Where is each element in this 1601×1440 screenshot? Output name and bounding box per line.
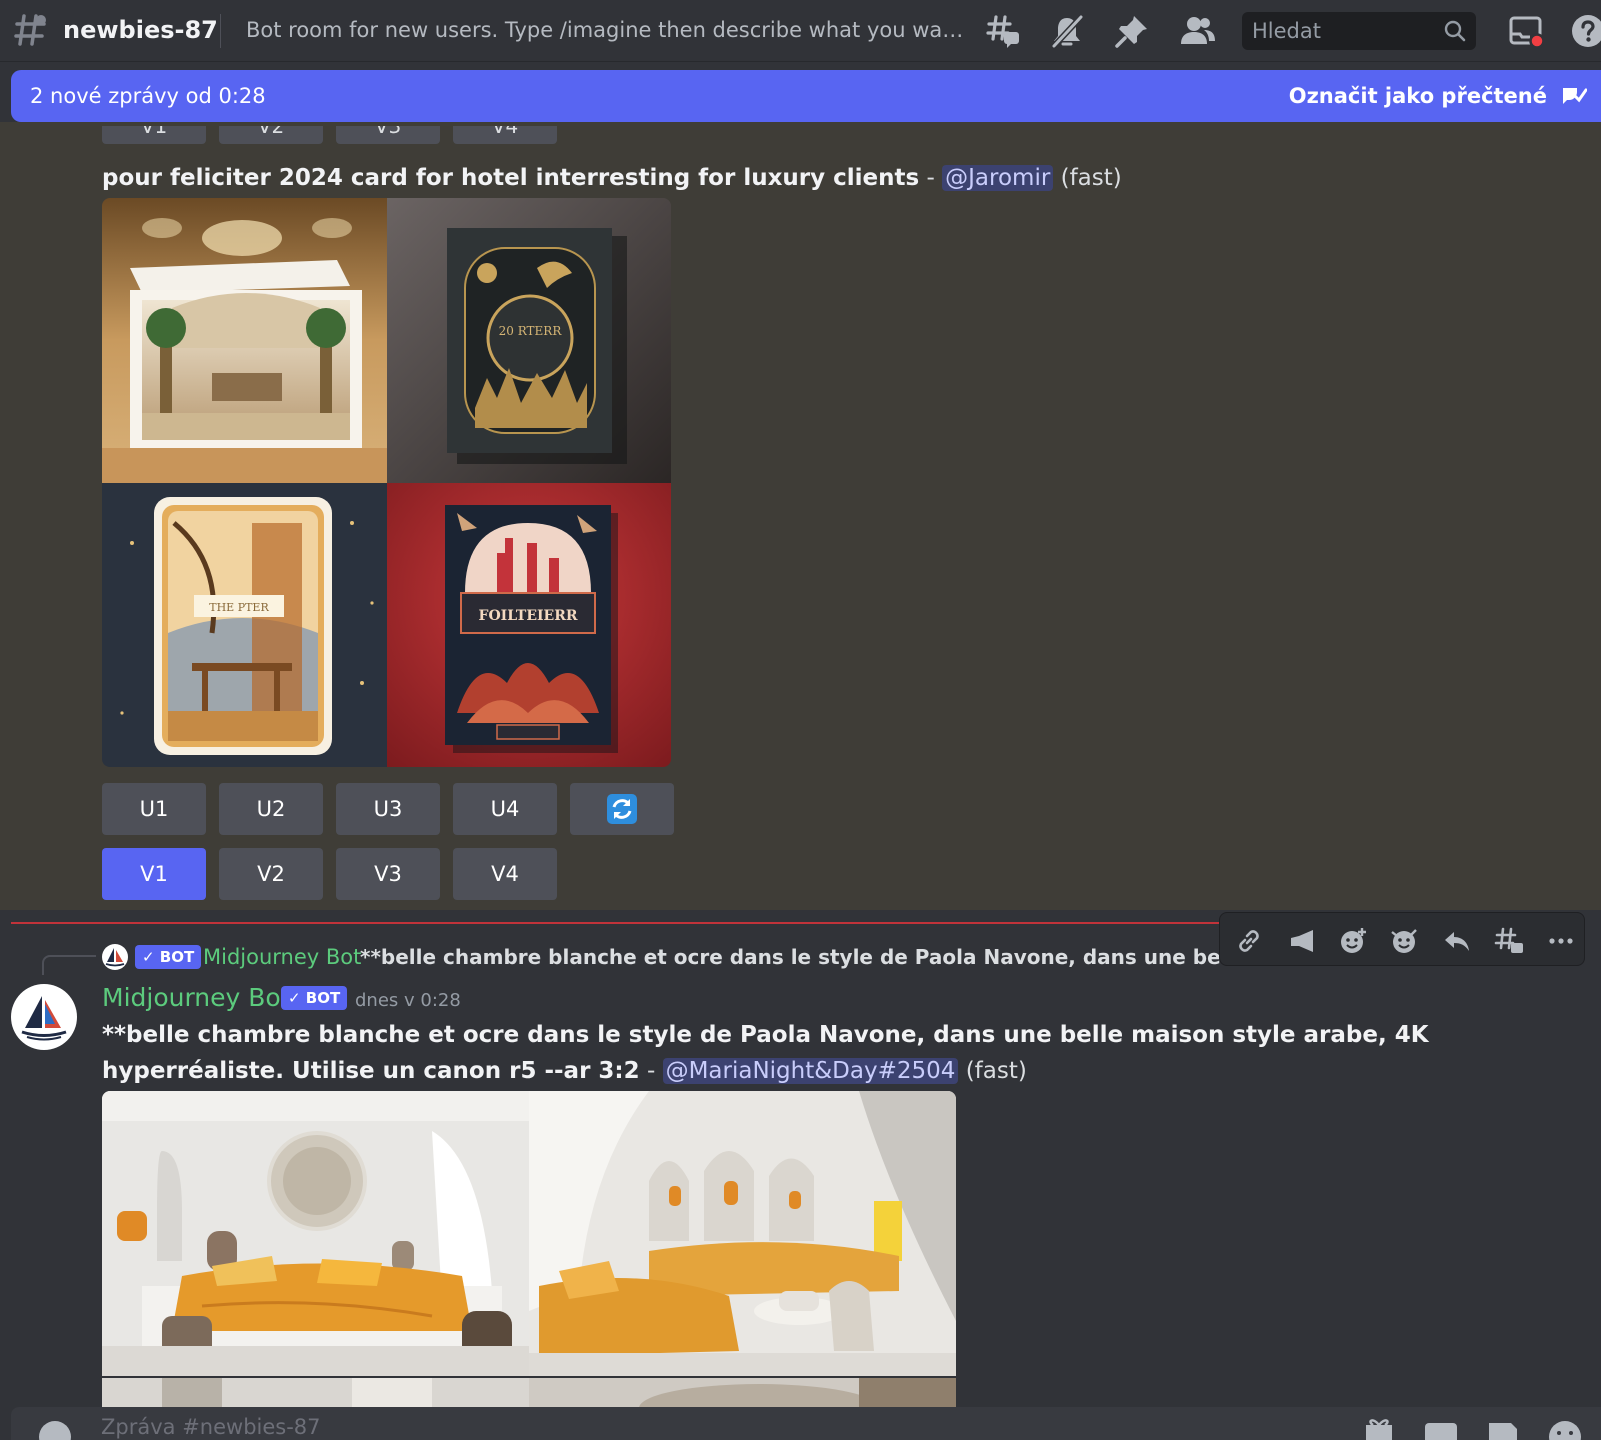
white-bedroom-image — [102, 1091, 529, 1376]
help-icon[interactable] — [1570, 13, 1601, 49]
bot-badge: ✓ BOT — [135, 945, 202, 969]
image-grid[interactable]: 20 RTERR THE PTER FOILTEIERR — [102, 198, 671, 767]
variation-button-v2[interactable]: V2 — [219, 848, 323, 900]
search-input[interactable] — [1252, 18, 1432, 44]
sailboat-icon — [105, 948, 125, 967]
add-super-reaction-icon[interactable] — [1390, 926, 1420, 956]
grid-image-1[interactable] — [102, 1091, 529, 1376]
inbox-icon[interactable] — [1508, 13, 1544, 49]
gif-icon[interactable] — [1423, 1415, 1459, 1440]
grid-image-2[interactable]: 20 RTERR — [386, 198, 671, 483]
variation-button-v2-prev[interactable]: V2 — [219, 126, 323, 144]
mark-as-read-button[interactable]: Označit jako přečtené — [1289, 84, 1547, 108]
boost-icon[interactable] — [1286, 926, 1316, 956]
header-divider — [220, 14, 221, 48]
user-mention[interactable]: @MariaNight&Day#2504 — [662, 1058, 959, 1084]
members-icon[interactable] — [1180, 13, 1216, 49]
reply-icon[interactable] — [1442, 926, 1472, 956]
message-prompt: pour feliciter 2024 card for hotel inter… — [102, 165, 1122, 191]
pin-icon[interactable] — [1114, 13, 1150, 49]
new-messages-divider — [11, 922, 1219, 924]
mode-label: (fast) — [1060, 165, 1122, 191]
channel-name: newbies-87 — [63, 16, 218, 44]
card-title-text: FOILTEIERR — [478, 608, 577, 624]
prompt-text: pour feliciter 2024 card for hotel inter… — [102, 165, 920, 191]
message-composer[interactable] — [11, 1407, 1601, 1440]
reply-author[interactable]: Midjourney Bot — [203, 945, 361, 969]
mark-read-icon[interactable] — [1559, 82, 1587, 110]
golden-framed-card-image: THE PTER — [102, 482, 387, 767]
dark-gold-card-image: 20 RTERR — [386, 198, 671, 483]
upscale-button-u4[interactable]: U4 — [453, 783, 557, 835]
mode-label: (fast) — [965, 1058, 1027, 1084]
channel-hash-icon — [14, 14, 46, 46]
user-mention[interactable]: @Jaromir — [942, 165, 1054, 191]
white-lounge-image — [529, 1091, 956, 1376]
bot-badge: ✓ BOT — [281, 986, 348, 1010]
red-poster-card-image: FOILTEIERR — [386, 482, 671, 767]
add-reaction-icon[interactable] — [1338, 926, 1368, 956]
search-box[interactable] — [1242, 12, 1476, 50]
variation-button-v4-prev[interactable]: V4 — [453, 126, 557, 144]
channel-topic[interactable]: Bot room for new users. Type /imagine th… — [246, 18, 968, 42]
upscale-button-u3[interactable]: U3 — [336, 783, 440, 835]
sticker-icon[interactable] — [1485, 1415, 1521, 1440]
reply-connector — [42, 955, 96, 975]
hotel-lobby-card-image — [102, 198, 387, 483]
threads-icon[interactable] — [985, 13, 1021, 49]
gift-icon[interactable] — [1361, 1415, 1397, 1440]
sailboat-icon — [21, 996, 67, 1041]
upscale-button-u2[interactable]: U2 — [219, 783, 323, 835]
upscale-button-u1[interactable]: U1 — [102, 783, 206, 835]
link-icon[interactable] — [1234, 926, 1264, 956]
new-messages-bar[interactable]: 2 nové zprávy od 0:28 Označit jako přečt… — [11, 70, 1601, 122]
variation-button-v1[interactable]: V1 — [102, 848, 206, 900]
more-icon[interactable] — [1546, 926, 1576, 956]
image-grid[interactable] — [102, 1091, 956, 1411]
emoji-icon[interactable] — [1547, 1415, 1583, 1440]
variation-button-v3[interactable]: V3 — [336, 848, 440, 900]
refresh-icon — [607, 794, 637, 824]
variation-button-v1-prev[interactable]: V1 — [102, 126, 206, 144]
variation-button-v3-prev[interactable]: V3 — [336, 126, 440, 144]
message-author[interactable]: Midjourney Bot — [102, 983, 291, 1012]
new-messages-text: 2 nové zprávy od 0:28 — [30, 84, 266, 108]
grid-image-4[interactable]: FOILTEIERR — [386, 482, 671, 767]
card-title-text: 20 RTERR — [498, 324, 562, 338]
reply-avatar[interactable] — [102, 944, 128, 970]
grid-image-1[interactable] — [102, 198, 387, 483]
search-icon[interactable] — [1444, 20, 1466, 42]
card-title-text: THE PTER — [209, 601, 269, 614]
message-prompt: **belle chambre blanche et ocre dans le … — [102, 1022, 1429, 1084]
add-attachment-icon[interactable] — [39, 1421, 71, 1440]
reroll-button[interactable] — [570, 783, 674, 835]
mute-icon[interactable] — [1049, 13, 1085, 49]
message-timestamp[interactable]: dnes v 0:28 — [355, 990, 461, 1011]
create-thread-icon[interactable] — [1494, 926, 1524, 956]
variation-button-v4[interactable]: V4 — [453, 848, 557, 900]
reply-text[interactable]: **belle chambre blanche et ocre dans le … — [360, 945, 1220, 969]
grid-image-2[interactable] — [529, 1091, 956, 1376]
message-input[interactable] — [101, 1413, 601, 1440]
channel-header: newbies-87 Bot room for new users. Type … — [0, 0, 1601, 62]
grid-image-3[interactable]: THE PTER — [102, 482, 387, 767]
message-hover-toolbar — [1219, 912, 1585, 966]
bot-avatar[interactable] — [11, 984, 77, 1050]
